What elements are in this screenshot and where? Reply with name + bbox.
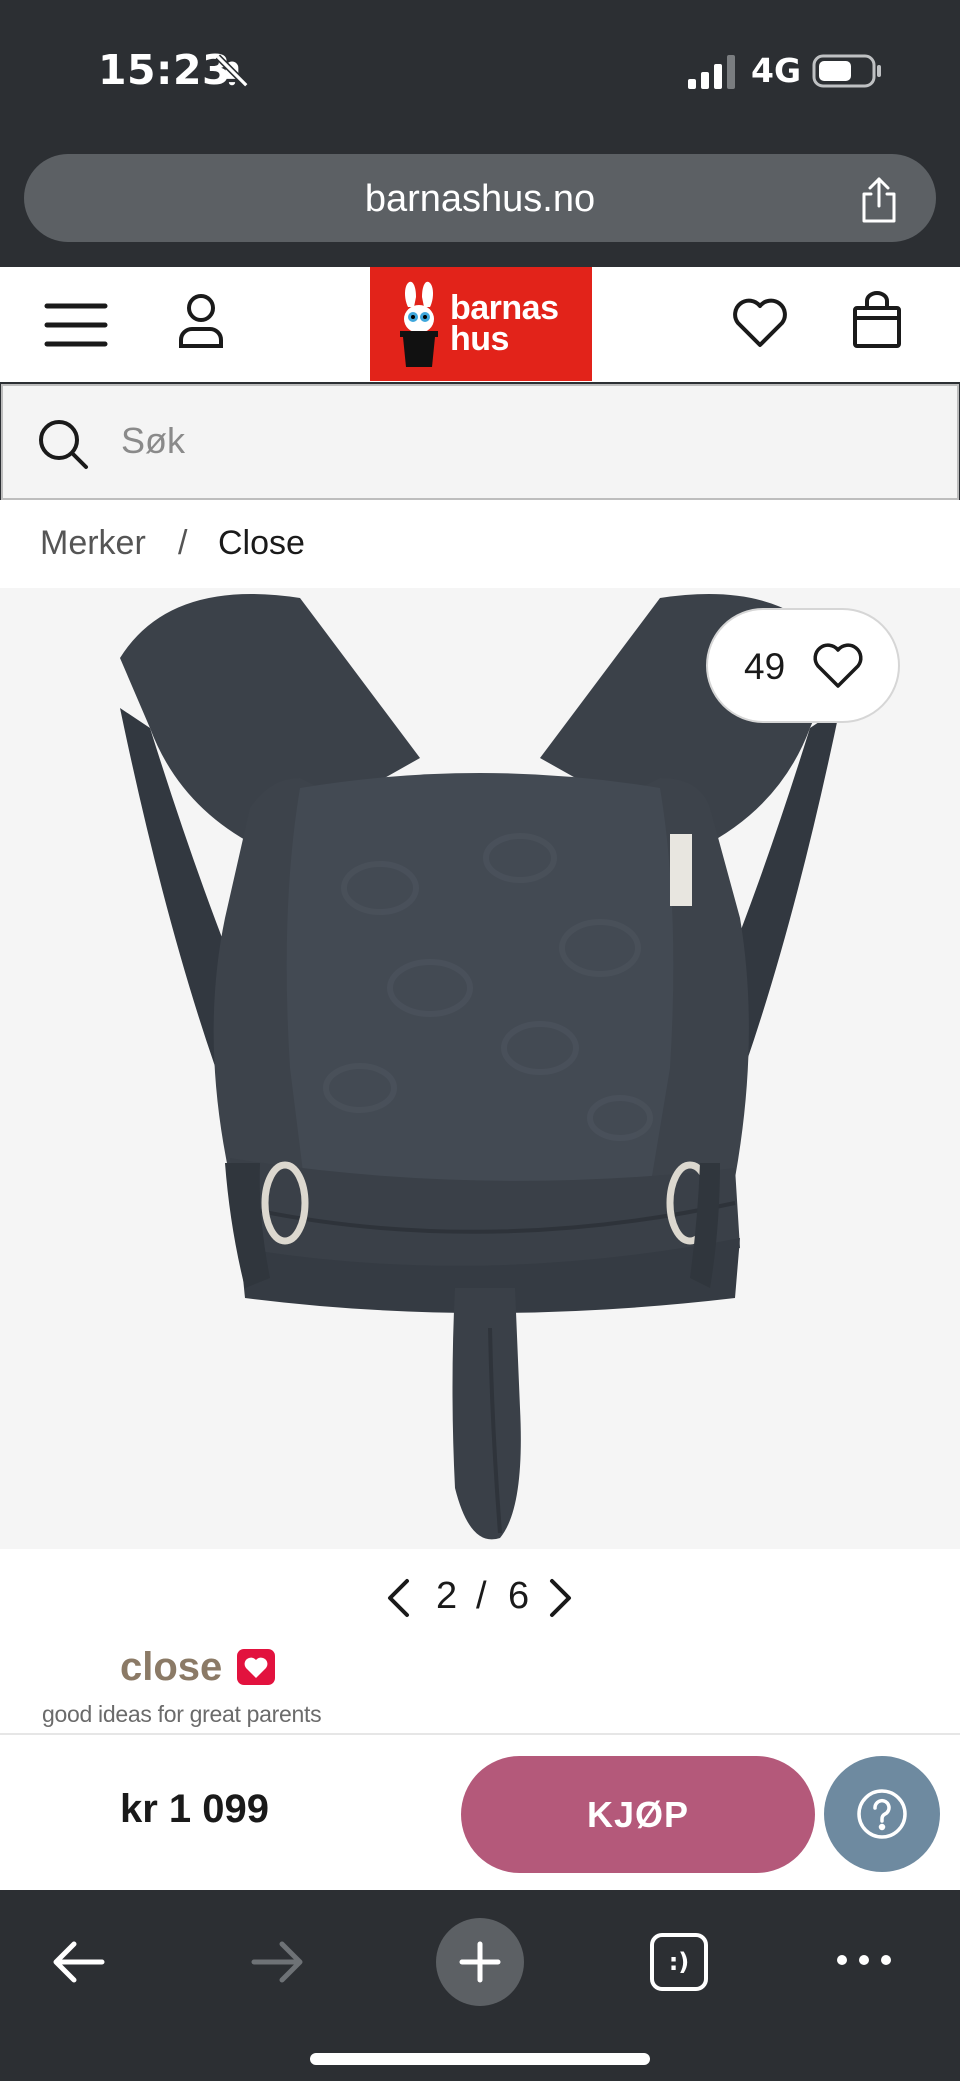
browser-address-area: barnashus.no — [0, 140, 960, 267]
brand-name: close — [120, 1645, 223, 1689]
more-icon[interactable] — [834, 1948, 894, 1972]
buy-bar: kr 1 099 KJØP — [0, 1733, 960, 1890]
signal-icon — [688, 55, 735, 89]
product-price: kr 1 099 — [120, 1787, 270, 1831]
brand-tagline: good ideas for great parents — [42, 1701, 322, 1727]
chevron-right-icon[interactable] — [546, 1577, 576, 1619]
search-icon — [39, 420, 88, 469]
heart-outline-icon — [813, 643, 863, 688]
chevron-left-icon[interactable] — [383, 1577, 413, 1619]
battery-icon — [812, 54, 881, 88]
url-text[interactable]: barnashus.no — [24, 178, 936, 221]
brand-heart-icon — [237, 1649, 275, 1685]
menu-icon[interactable] — [44, 300, 108, 350]
search-placeholder: Søk — [121, 420, 186, 461]
home-indicator[interactable] — [310, 2053, 650, 2065]
favorite-button[interactable]: 49 — [706, 608, 900, 723]
site-logo[interactable]: barnas hus — [370, 267, 592, 381]
address-bar[interactable]: barnashus.no — [24, 154, 936, 242]
heart-icon[interactable] — [731, 297, 789, 349]
image-pager: 2 / 6 — [0, 1549, 960, 1639]
bag-icon[interactable] — [852, 291, 902, 349]
share-icon[interactable] — [856, 176, 902, 224]
tabs-icon[interactable]: :) — [650, 1933, 708, 1991]
breadcrumb-item-close: Close — [218, 524, 305, 562]
baby-carrier-image — [120, 594, 840, 1540]
question-icon — [857, 1789, 907, 1839]
pager-current: 2 — [436, 1575, 458, 1617]
user-icon[interactable] — [178, 293, 224, 349]
site-header: barnas hus — [0, 267, 960, 382]
logo-line-2: hus — [450, 320, 509, 358]
plus-icon — [459, 1941, 501, 1983]
buy-button[interactable]: KJØP — [461, 1756, 815, 1873]
breadcrumb-separator: / — [178, 524, 188, 562]
bell-off-icon — [215, 54, 249, 88]
new-tab-button[interactable] — [436, 1918, 524, 2006]
status-time: 15:23 — [98, 46, 232, 94]
back-arrow-icon[interactable] — [48, 1932, 108, 1992]
forward-arrow-icon[interactable] — [248, 1932, 308, 1992]
pager-total: 6 — [508, 1575, 530, 1617]
favorite-count: 49 — [744, 646, 786, 687]
product-image-gallery[interactable]: 49 — [0, 588, 960, 1549]
page: 15:23 4G barnashus.no barnas hus Søk Mer… — [0, 0, 960, 2081]
breadcrumb: Merker / Close — [0, 500, 960, 588]
brand-logo[interactable]: close good ideas for great parents — [0, 1639, 960, 1733]
search-input[interactable]: Søk — [1, 384, 959, 500]
pager-separator: / — [476, 1575, 487, 1617]
rabbit-logo-icon — [400, 281, 438, 367]
browser-toolbar: :) — [0, 1890, 960, 2081]
network-type: 4G — [751, 51, 802, 90]
help-button[interactable] — [824, 1756, 940, 1872]
logo-text: barnas hus — [450, 291, 559, 358]
status-bar: 15:23 4G — [0, 0, 960, 140]
breadcrumb-item-merker[interactable]: Merker — [40, 524, 146, 563]
